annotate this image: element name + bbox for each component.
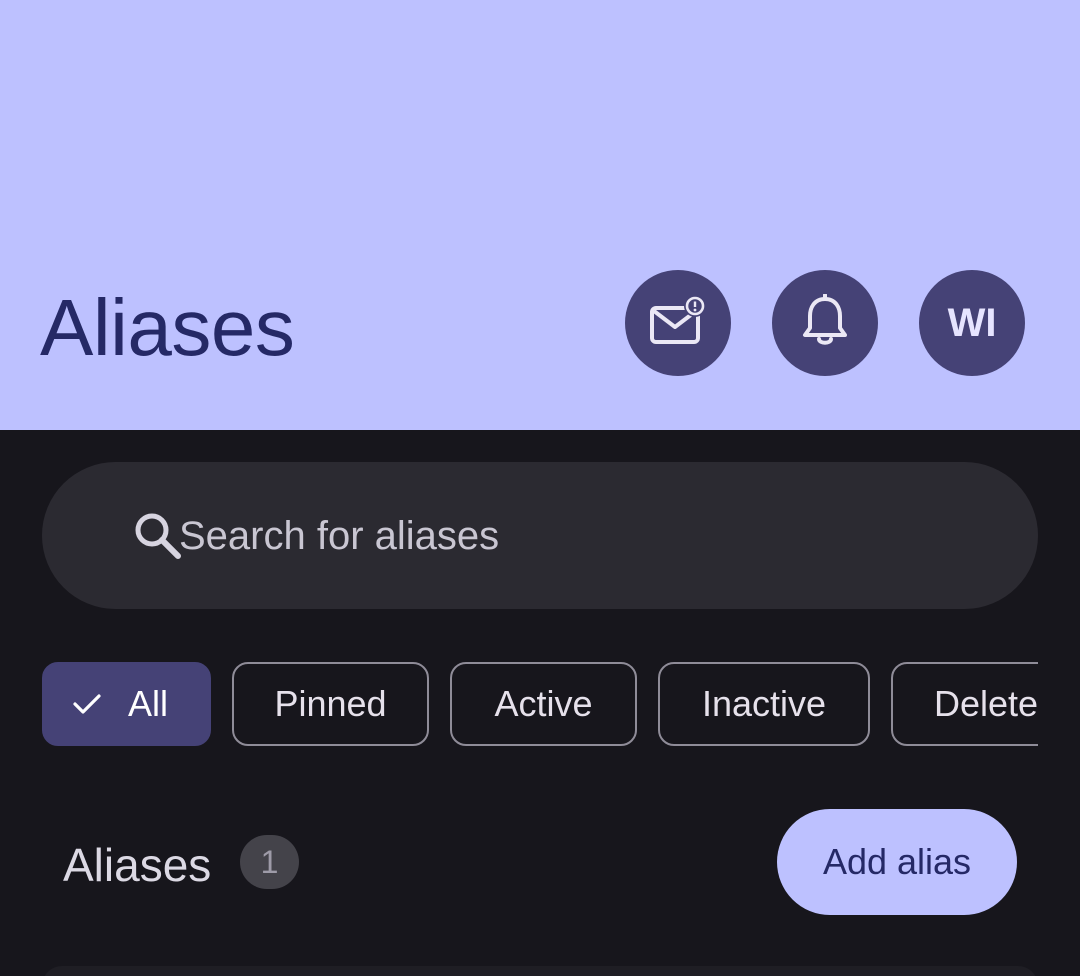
filter-chip-deleted[interactable]: Delete	[891, 662, 1038, 746]
filter-chip-all[interactable]: All	[42, 662, 211, 746]
check-icon	[72, 692, 102, 716]
chip-label: Inactive	[701, 683, 827, 724]
notifications-button[interactable]	[772, 270, 878, 376]
page-title: Aliases	[40, 283, 295, 372]
filter-chip-inactive[interactable]: Inactive	[658, 662, 870, 746]
aliases-section-title: Aliases	[63, 839, 212, 891]
chip-label: All	[128, 683, 169, 724]
mail-alert-icon	[649, 294, 707, 351]
search-bar[interactable]	[42, 462, 1038, 609]
bell-icon	[800, 292, 850, 353]
avatar-button[interactable]: WI	[919, 270, 1025, 376]
app-header: Aliases WI	[0, 0, 1080, 430]
chip-label: Active	[494, 683, 593, 724]
filter-chip-pinned[interactable]: Pinned	[232, 662, 429, 746]
search-icon	[132, 510, 184, 567]
alias-count-badge: 1	[240, 835, 299, 889]
add-alias-button[interactable]: Add alias	[777, 809, 1017, 915]
avatar-initials: WI	[947, 300, 997, 345]
filter-chips: All Pinned Active Inactive Delete	[42, 662, 1038, 746]
chip-label: Pinned	[274, 683, 387, 724]
filter-chip-active[interactable]: Active	[450, 662, 637, 746]
chip-label: Delete	[934, 683, 1038, 724]
alias-card[interactable]	[42, 966, 1038, 976]
search-input[interactable]	[179, 504, 979, 568]
mail-alert-button[interactable]	[625, 270, 731, 376]
